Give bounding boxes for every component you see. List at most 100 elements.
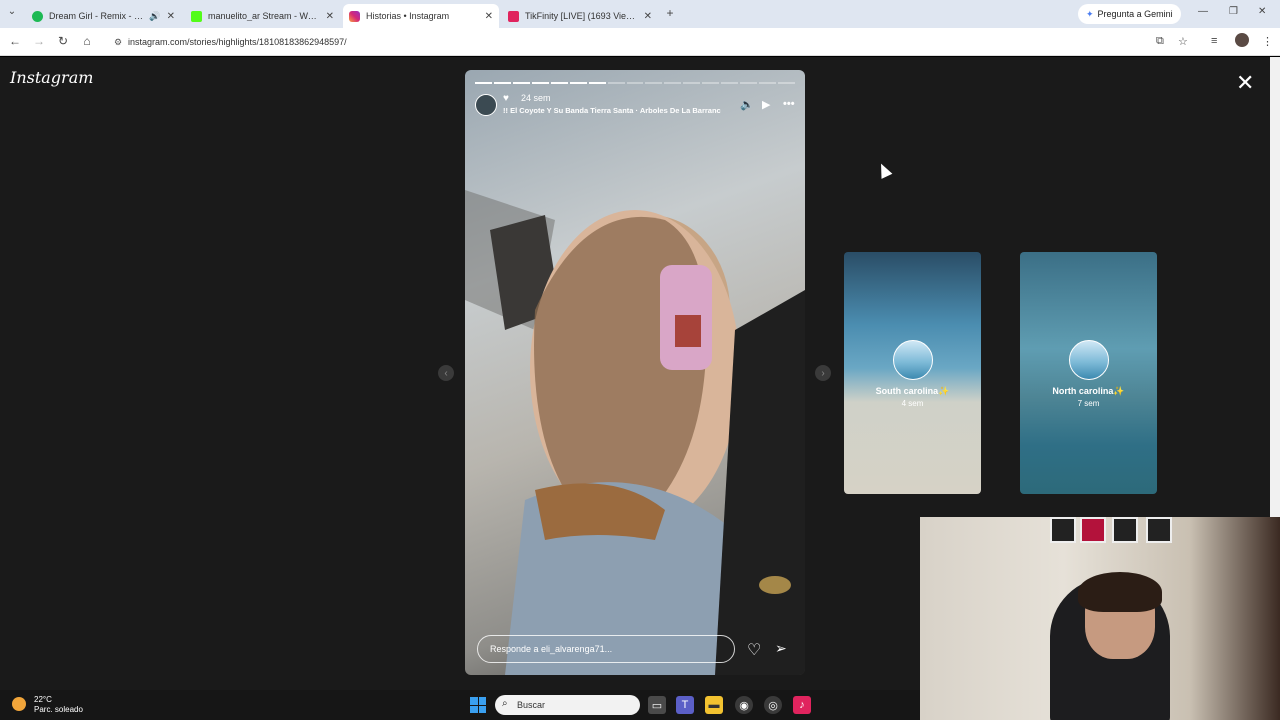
- progress-segment: [759, 82, 776, 84]
- speaker-icon[interactable]: 🔊: [149, 11, 160, 22]
- close-window-icon[interactable]: ✕: [1258, 6, 1266, 17]
- tab-kick[interactable]: manuelito_ar Stream - Watch Li ✕: [185, 4, 340, 28]
- chrome-icon[interactable]: ◉: [735, 696, 753, 714]
- tab-title: manuelito_ar Stream - Watch Li: [208, 11, 320, 21]
- progress-segment: [569, 82, 587, 84]
- kick-icon: [191, 10, 202, 22]
- like-heart-icon[interactable]: ♡: [747, 640, 761, 660]
- reply-placeholder: Responde a eli_alvarenga71...: [490, 644, 613, 654]
- progress-segment: [721, 82, 739, 84]
- story-author-avatar[interactable]: [475, 94, 497, 116]
- tab-spotify[interactable]: Dream Girl - Remix - Ir Sais 🔊 ✕: [26, 4, 181, 28]
- send-icon[interactable]: ➢: [775, 640, 787, 657]
- task-view-icon[interactable]: ▭: [648, 696, 666, 714]
- progress-segment: [664, 82, 682, 84]
- weather-description: Parc. soleado: [34, 705, 83, 714]
- search-icon: ⌕: [502, 698, 508, 709]
- wall-frame: [1112, 517, 1138, 543]
- obs-icon[interactable]: ◎: [764, 696, 782, 714]
- close-tab-icon[interactable]: ✕: [485, 11, 493, 22]
- browser-tab-bar: ⌄ Dream Girl - Remix - Ir Sais 🔊 ✕ manue…: [0, 0, 1280, 28]
- progress-segment: [512, 82, 530, 84]
- highlight-time: 4 sem: [901, 399, 924, 408]
- progress-segment: [588, 82, 606, 84]
- forward-icon[interactable]: →: [31, 34, 47, 48]
- new-tab-button[interactable]: +: [662, 6, 678, 20]
- highlight-avatar: [892, 340, 933, 380]
- weather-sun-icon: [12, 697, 26, 711]
- reply-input[interactable]: Responde a eli_alvarenga71...: [477, 635, 735, 663]
- tikfinity-icon: [508, 10, 519, 22]
- progress-segment: [740, 82, 758, 84]
- progress-segment: [683, 82, 701, 84]
- weather-widget[interactable]: 22°C Parc. soleado: [12, 695, 83, 715]
- search-label: Buscar: [517, 700, 546, 710]
- progress-segment: [645, 82, 663, 84]
- previous-story-icon[interactable]: ‹: [438, 365, 454, 381]
- instagram-logo[interactable]: Instagram: [10, 68, 93, 87]
- gemini-sparkle-icon: ✦: [1086, 8, 1094, 19]
- progress-segment: [550, 82, 568, 84]
- instagram-icon: [349, 10, 360, 22]
- close-tab-icon[interactable]: ✕: [644, 11, 652, 22]
- windows-start-icon[interactable]: [470, 697, 486, 713]
- more-options-icon[interactable]: •••: [783, 98, 795, 110]
- profile-avatar[interactable]: [1235, 33, 1249, 47]
- mute-icon[interactable]: 🔈: [740, 98, 754, 111]
- story-viewer[interactable]: ♥ 24 sem !! El Coyote Y Su Banda Tierra …: [465, 70, 805, 675]
- wall-frame: [1050, 517, 1076, 543]
- windows-taskbar: 22°C Parc. soleado ⌕ Buscar ▭ T ▬ ◉ ◎ ♪: [0, 690, 920, 720]
- streamer-hair: [1078, 572, 1162, 612]
- install-app-icon[interactable]: ⧉: [1156, 35, 1164, 48]
- back-icon[interactable]: ←: [7, 34, 23, 48]
- taskbar-search[interactable]: ⌕ Buscar: [495, 695, 640, 715]
- teams-icon[interactable]: T: [676, 696, 694, 714]
- tab-title: TikFinity [LIVE] (1693 Viewers): [525, 11, 638, 21]
- screen: ⌄ Dream Girl - Remix - Ir Sais 🔊 ✕ manue…: [0, 0, 1280, 720]
- wall-frame: [1146, 517, 1172, 543]
- tab-tikfinity[interactable]: TikFinity [LIVE] (1693 Viewers) ✕: [502, 4, 658, 28]
- close-tab-icon[interactable]: ✕: [167, 11, 175, 22]
- story-music-title[interactable]: !! El Coyote Y Su Banda Tierra Santa · A…: [503, 106, 723, 115]
- highlight-name: South carolina✨: [875, 386, 950, 396]
- progress-segment: [493, 82, 511, 84]
- close-tab-icon[interactable]: ✕: [326, 11, 334, 22]
- minimize-icon[interactable]: —: [1198, 6, 1208, 17]
- next-story-icon[interactable]: ›: [815, 365, 831, 381]
- play-icon[interactable]: ▶: [762, 98, 770, 111]
- site-info-icon[interactable]: ⚙: [114, 37, 122, 48]
- progress-segment: [531, 82, 549, 84]
- highlight-avatar: [1068, 340, 1109, 380]
- restore-icon[interactable]: ❐: [1229, 6, 1238, 17]
- gemini-label: Pregunta a Gemini: [1097, 9, 1173, 19]
- story-age: 24 sem: [521, 93, 551, 103]
- url-text: instagram.com/stories/highlights/1810818…: [128, 37, 347, 47]
- reload-icon[interactable]: ↻: [55, 34, 71, 48]
- highlight-heart-icon: ♥: [503, 93, 509, 104]
- highlight-card-north-carolina[interactable]: North carolina✨ 7 sem: [1020, 252, 1157, 494]
- close-stories-icon[interactable]: ✕: [1236, 70, 1254, 96]
- tab-instagram[interactable]: Historias • Instagram ✕: [343, 4, 499, 28]
- home-icon[interactable]: ⌂: [79, 34, 95, 48]
- tiktok-icon[interactable]: ♪: [793, 696, 811, 714]
- progress-segment: [626, 82, 644, 84]
- bookmark-star-icon[interactable]: ☆: [1178, 35, 1188, 48]
- tab-title: Historias • Instagram: [366, 11, 450, 21]
- file-explorer-icon[interactable]: ▬: [705, 696, 723, 714]
- progress-segment: [607, 82, 625, 84]
- progress-segment: [475, 82, 492, 84]
- gemini-button[interactable]: ✦ Pregunta a Gemini: [1078, 4, 1181, 24]
- wall-frame: [1080, 517, 1106, 543]
- media-control-icon[interactable]: ≡: [1211, 35, 1217, 47]
- url-field[interactable]: ⚙ instagram.com/stories/highlights/18108…: [108, 32, 1168, 52]
- tab-search-chevron-icon[interactable]: ⌄: [4, 6, 20, 17]
- highlight-card-south-carolina[interactable]: South carolina✨ 4 sem: [844, 252, 981, 494]
- highlight-time: 7 sem: [1077, 399, 1100, 408]
- menu-kebab-icon[interactable]: ⋮: [1262, 35, 1273, 48]
- tab-title: Dream Girl - Remix - Ir Sais: [49, 11, 145, 21]
- progress-segment: [778, 82, 795, 84]
- weather-temperature: 22°C: [34, 695, 52, 704]
- story-header: ♥ 24 sem !! El Coyote Y Su Banda Tierra …: [475, 92, 795, 120]
- address-bar-row: ← → ↻ ⌂ ⚙ instagram.com/stories/highligh…: [0, 28, 1280, 56]
- webcam-overlay: [920, 517, 1280, 720]
